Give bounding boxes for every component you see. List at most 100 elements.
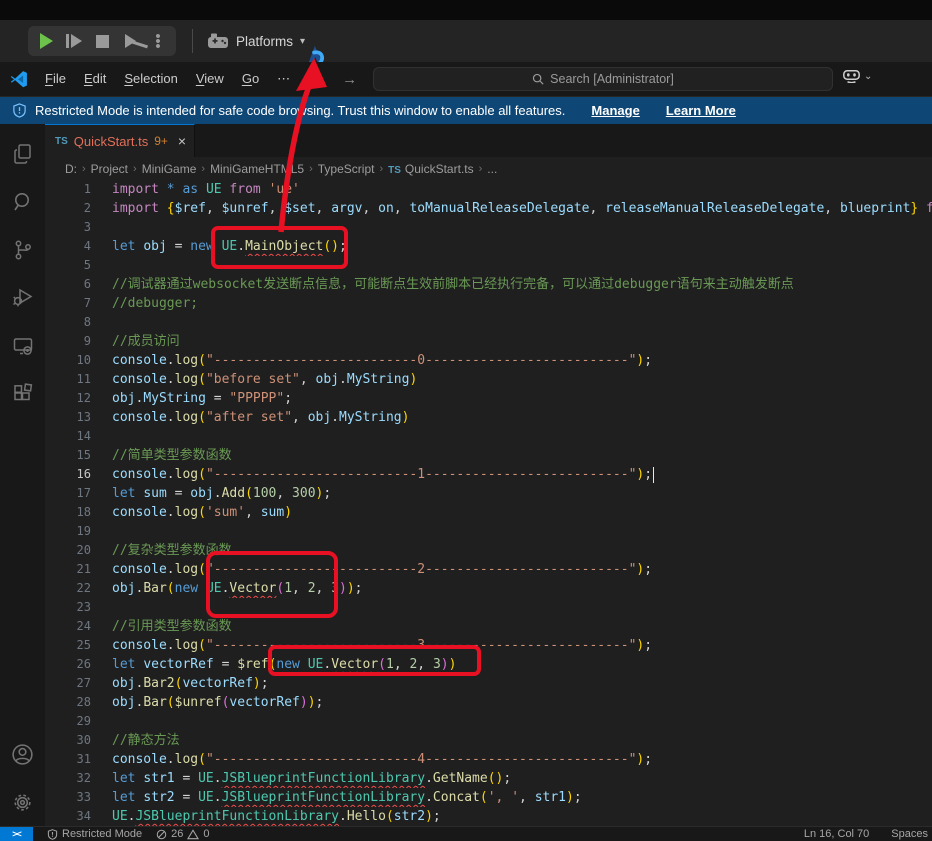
code-line[interactable]: 23 [45,598,932,617]
code-line[interactable]: 10console.log("-------------------------… [45,351,932,370]
code-line[interactable]: 4let obj = new UE.MainObject(); [45,237,932,256]
menu-item-view[interactable]: View [189,68,231,90]
breadcrumb-item[interactable]: MiniGame [142,162,197,176]
code-token: //debugger; [112,296,198,311]
code-line[interactable]: 16console.log("-------------------------… [45,465,932,484]
code-line[interactable]: 7//debugger; [45,294,932,313]
code-line[interactable]: 1import * as UE from 'ue' [45,180,932,199]
code-line[interactable]: 15//简单类型参数函数 [45,446,932,465]
problems-status[interactable]: 26 0 [156,828,209,840]
manage-link[interactable]: Manage [591,103,639,118]
explorer-icon[interactable] [0,130,45,178]
code-line[interactable]: 18console.log('sum', sum) [45,503,932,522]
code-line[interactable]: 27obj.Bar2(vectorRef); [45,674,932,693]
code-line[interactable]: 29 [45,712,932,731]
cursor-position-status[interactable]: Ln 16, Col 70 [804,828,869,840]
platforms-dropdown[interactable]: Platforms ▾ [207,33,305,49]
code-line[interactable]: 26let vectorRef = $ref(new UE.Vector(1, … [45,655,932,674]
code-editor[interactable]: 1import * as UE from 'ue'2import {$ref, … [45,180,932,826]
restricted-mode-status[interactable]: Restricted Mode [47,828,142,840]
breadcrumb-item[interactable]: TypeScript [318,162,375,176]
accounts-icon[interactable] [0,730,45,778]
code-line[interactable]: 12obj.MyString = "PPPPP"; [45,389,932,408]
search-icon [532,73,544,85]
menu-item-go[interactable]: Go [235,68,266,90]
close-icon[interactable]: × [178,133,186,149]
copilot-menu-button[interactable]: ⌄ [843,70,872,83]
menu-item-file[interactable]: File [38,68,73,90]
run-debug-icon[interactable] [0,274,45,322]
breadcrumb-item[interactable]: ... [487,162,497,176]
ue-play-button-group: ••• [28,26,176,56]
code-token: sum [261,505,284,520]
menu-item-selection[interactable]: Selection [117,68,184,90]
code-line[interactable]: 25console.log("-------------------------… [45,636,932,655]
menu-item-[interactable]: ⋯ [270,68,297,90]
code-token: ) [284,505,292,520]
line-number: 18 [45,503,91,522]
code-line[interactable]: 14 [45,427,932,446]
line-number: 6 [45,275,91,294]
indentation-status[interactable]: Spaces [891,828,928,840]
code-line[interactable]: 20//复杂类型参数函数 [45,541,932,560]
settings-gear-icon[interactable] [0,778,45,826]
line-number: 25 [45,636,91,655]
code-line[interactable]: 17let sum = obj.Add(100, 300); [45,484,932,503]
code-line[interactable]: 13console.log("after set", obj.MyString) [45,408,932,427]
remote-explorer-icon[interactable] [0,322,45,370]
ue-toolbar: ••• Platforms ▾ [0,20,932,62]
breadcrumb-item[interactable]: TSQuickStart.ts [388,162,473,176]
code-token: log [175,752,198,767]
menu-item-edit[interactable]: Edit [77,68,113,90]
search-input[interactable]: Search [Administrator] [373,67,833,91]
source-control-icon[interactable] [0,226,45,274]
shield-icon [12,103,27,118]
code-line[interactable]: 28obj.Bar($unref(vectorRef)); [45,693,932,712]
code-token: = [182,790,198,805]
code-line[interactable]: 9//成员访问 [45,332,932,351]
stop-icon [96,35,109,48]
code-line[interactable]: 3 [45,218,932,237]
code-line[interactable]: 33let str2 = UE.JSBlueprintFunctionLibra… [45,788,932,807]
breadcrumb-item[interactable]: Project [91,162,128,176]
remote-indicator[interactable]: >< [0,827,33,841]
code-token: str1 [535,790,566,805]
code-token: "before set" [206,372,300,387]
code-line[interactable]: 34UE.JSBlueprintFunctionLibrary.Hello(st… [45,807,932,826]
tab-quickstart[interactable]: TS QuickStart.ts 9+ × [45,124,195,157]
code-line[interactable]: 24//引用类型参数函数 [45,617,932,636]
code-line[interactable]: 19 [45,522,932,541]
play-attached-button[interactable] [60,26,88,56]
code-token: JSBlueprintFunctionLibrary [135,809,339,824]
code-line[interactable]: 6//调试器通过websocket发送断点信息，可能断点生效前脚本已经执行完备，… [45,275,932,294]
search-view-icon[interactable] [0,178,45,226]
code-line[interactable]: 8 [45,313,932,332]
stop-button[interactable] [88,26,116,56]
breadcrumb-item[interactable]: MiniGameHTML5 [210,162,304,176]
code-line[interactable]: 21console.log("-------------------------… [45,560,932,579]
code-token: , [417,657,433,672]
code-line[interactable]: 31console.log("-------------------------… [45,750,932,769]
extensions-icon[interactable] [0,370,45,418]
learn-more-link[interactable]: Learn More [666,103,736,118]
more-options-button[interactable]: ••• [144,26,172,56]
breadcrumb-item[interactable]: D: [65,162,77,176]
code-line[interactable]: 2import {$ref, $unref, $set, argv, on, t… [45,199,932,218]
code-token: ) [425,809,433,824]
code-token: "--------------------------0------------… [206,353,636,368]
launch-button[interactable] [116,26,144,56]
play-button[interactable] [32,26,60,56]
code-line[interactable]: 11console.log("before set", obj.MyString… [45,370,932,389]
code-token: let [112,657,143,672]
code-line[interactable]: 22obj.Bar(new UE.Vector(1, 2, 3)); [45,579,932,598]
code-token: . [214,790,222,805]
code-token: Hello [347,809,386,824]
code-token: UE [112,809,128,824]
nav-back-button[interactable]: ← [311,71,326,88]
code-token: obj [112,391,135,406]
nav-forward-button[interactable]: → [342,71,357,88]
code-line[interactable]: 30//静态方法 [45,731,932,750]
code-line[interactable]: 32let str1 = UE.JSBlueprintFunctionLibra… [45,769,932,788]
code-line[interactable]: 5 [45,256,932,275]
code-token: obj [190,486,213,501]
